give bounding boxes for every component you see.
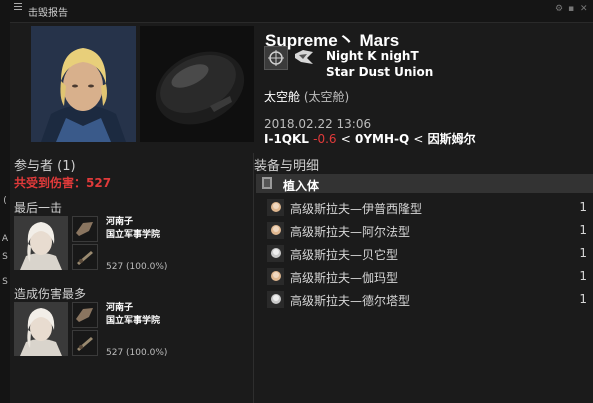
strip-label: S	[2, 277, 8, 287]
title-bar[interactable]: 击毁报告 ⚙ ▪ ✕	[10, 0, 593, 23]
implant-category-icon	[260, 176, 274, 190]
top-damage-weapon-icon[interactable]	[72, 330, 98, 356]
top-damage-pilot-corp[interactable]: 国立军事学院	[106, 313, 160, 326]
implant-icon	[267, 291, 284, 308]
participants-header: 参与者 (1)	[14, 159, 76, 174]
victim-corporation[interactable]: Night K nighT	[326, 49, 419, 63]
implant-item-row[interactable]: 高级斯拉夫—德尔塔型 1	[256, 288, 593, 310]
implant-item-row[interactable]: 高级斯拉夫—阿尔法型 1	[256, 219, 593, 241]
strip-label: A	[1, 234, 9, 244]
implant-quantity: 1	[579, 200, 587, 214]
total-damage: 共受到伤害：527	[14, 176, 112, 190]
top-damage-ship-icon[interactable]	[72, 302, 98, 328]
final-blow-pilot-name[interactable]: 河南子	[106, 214, 133, 227]
top-damage-pilot-portrait[interactable]	[14, 302, 68, 356]
solar-system-link[interactable]: I-1QKL	[264, 132, 309, 146]
implant-quantity: 1	[579, 269, 587, 283]
implant-name: 高级斯拉夫—伽玛型	[290, 271, 399, 285]
alliance-logo-icon[interactable]	[293, 46, 315, 68]
ship-type-name: 太空舱	[264, 90, 301, 104]
final-blow-damage: 527 (100.0%)	[106, 262, 168, 272]
implant-icon	[267, 245, 284, 262]
ship-class: (太空舱)	[303, 90, 350, 104]
implant-name: 高级斯拉夫—阿尔法型	[290, 225, 411, 239]
implant-item-row[interactable]: 高级斯拉夫—伽玛型 1	[256, 265, 593, 287]
top-damage-damage: 527 (100.0%)	[106, 348, 168, 358]
implant-icon	[267, 268, 284, 285]
menu-icon[interactable]	[14, 3, 22, 11]
top-damage-pilot-name[interactable]: 河南子	[106, 300, 133, 313]
final-blow-pilot-portrait[interactable]	[14, 216, 68, 270]
kill-location[interactable]: I-1QKL -0.6 < 0YMH-Q < 因斯姆尔	[264, 130, 476, 147]
fittings-header: 装备与明细	[254, 159, 320, 174]
victim-alliance[interactable]: Star Dust Union	[326, 65, 433, 79]
implant-quantity: 1	[579, 292, 587, 306]
implant-icon	[267, 199, 284, 216]
settings-icon[interactable]: ⚙	[555, 4, 563, 14]
implant-name: 高级斯拉夫—德尔塔型	[290, 294, 411, 308]
implant-icon	[267, 222, 284, 239]
victim-portrait[interactable]	[31, 26, 136, 142]
minimize-icon[interactable]: ▪	[568, 4, 574, 14]
final-blow-weapon-icon[interactable]	[72, 244, 98, 270]
top-damage-label: 造成伤害最多	[14, 287, 87, 301]
kill-timestamp: 2018.02.22 13:06	[264, 117, 372, 131]
final-blow-ship-icon[interactable]	[72, 216, 98, 242]
window-title: 击毁报告	[28, 8, 68, 19]
implants-section-header[interactable]: 植入体	[256, 174, 593, 193]
region-link[interactable]: 因斯姆尔	[428, 132, 476, 146]
strip-label: S	[2, 252, 8, 262]
kill-report-window: 击毁报告 ⚙ ▪ ✕ Supreme丶 Mars Night K nighT S…	[10, 0, 593, 403]
location-separator: <	[340, 132, 351, 146]
implants-section-label: 植入体	[283, 179, 320, 193]
constellation-link[interactable]: 0YMH-Q	[355, 132, 409, 146]
final-blow-label: 最后一击	[14, 201, 63, 215]
implant-name: 高级斯拉夫—贝它型	[290, 248, 399, 262]
implant-quantity: 1	[579, 246, 587, 260]
final-blow-pilot-corp[interactable]: 国立军事学院	[106, 227, 160, 240]
implant-item-row[interactable]: 高级斯拉夫—贝它型 1	[256, 242, 593, 264]
ship-render[interactable]	[140, 26, 254, 142]
location-separator: <	[413, 132, 424, 146]
implant-quantity: 1	[579, 223, 587, 237]
security-status: -0.6	[313, 132, 337, 146]
strip-label: (	[3, 196, 7, 206]
implant-item-row[interactable]: 高级斯拉夫—伊普西隆型 1	[256, 196, 593, 218]
ship-type[interactable]: 太空舱 (太空舱)	[264, 88, 349, 105]
close-icon[interactable]: ✕	[580, 4, 588, 14]
corporation-logo-icon[interactable]	[264, 46, 288, 70]
column-divider	[253, 153, 254, 403]
implant-name: 高级斯拉夫—伊普西隆型	[290, 202, 423, 216]
